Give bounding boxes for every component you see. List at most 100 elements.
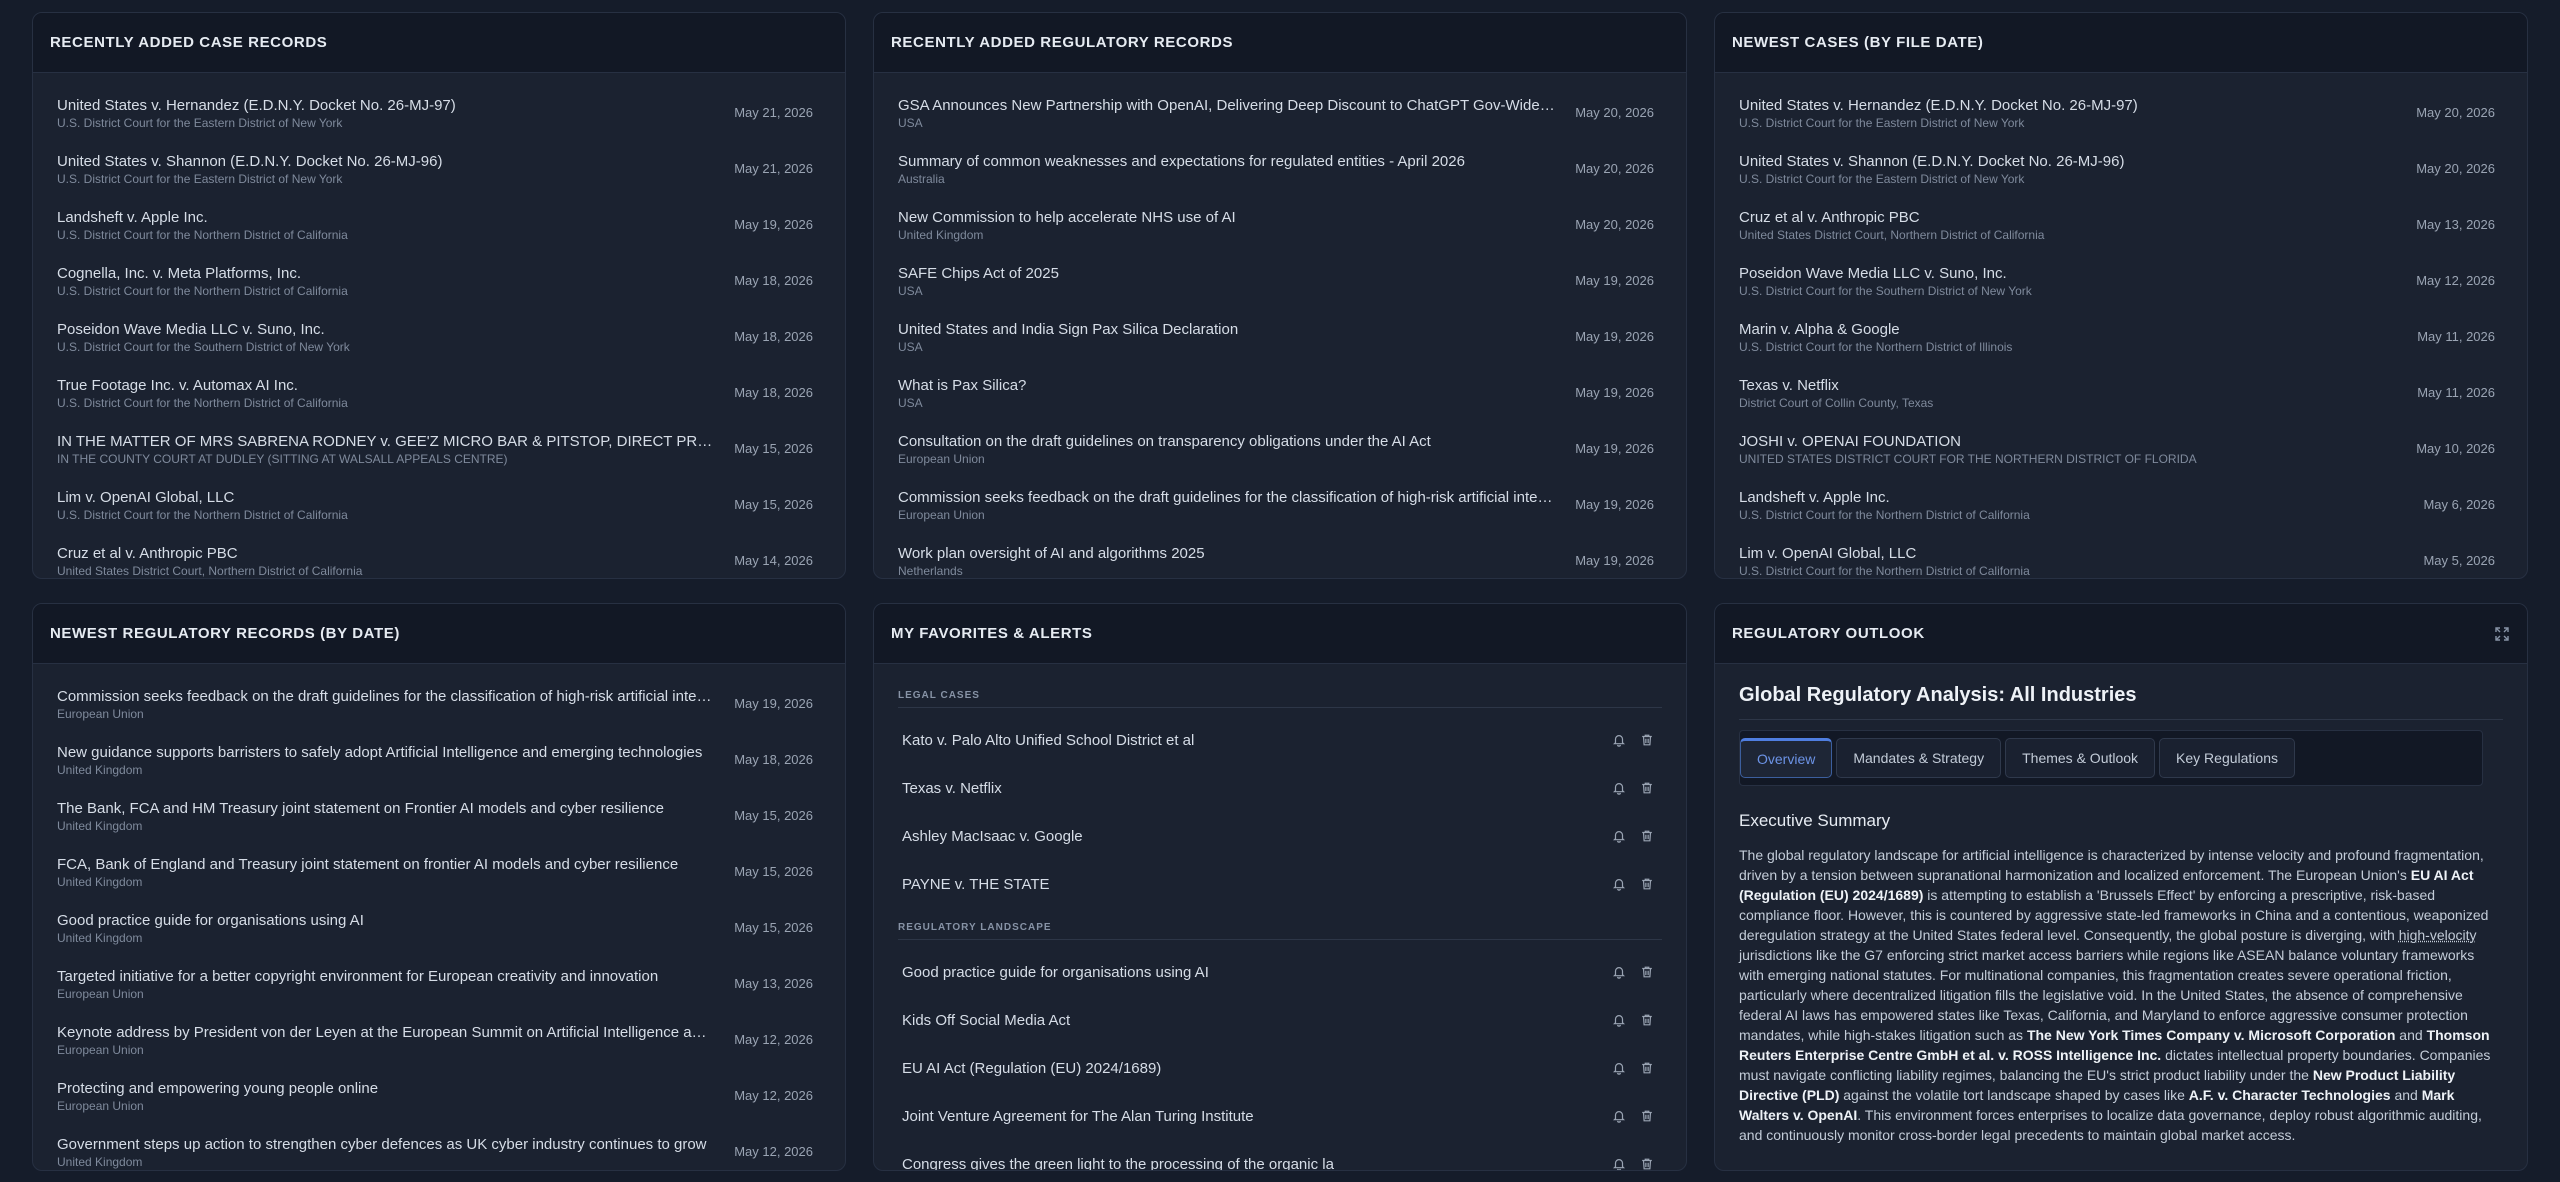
list-item[interactable]: IN THE MATTER OF MRS SABRENA RODNEY v. G… xyxy=(57,432,813,488)
favorite-item[interactable]: Ashley MacIsaac v. Google xyxy=(898,812,1662,860)
list-item[interactable]: What is Pax Silica? USA May 19, 2026 xyxy=(898,376,1654,432)
list-item[interactable]: New Commission to help accelerate NHS us… xyxy=(898,208,1654,264)
tab-mandates-strategy[interactable]: Mandates & Strategy xyxy=(1836,738,2002,778)
list-item[interactable]: Poseidon Wave Media LLC v. Suno, Inc. U.S… xyxy=(57,320,813,376)
item-date: May 20, 2026 xyxy=(1575,161,1654,176)
list-item[interactable]: Cruz et al v. Anthropic PBC United States… xyxy=(1739,208,2495,264)
favorites-body: LEGAL CASES Kato v. Palo Alto Unified Sc… xyxy=(874,664,1686,1171)
list-item[interactable]: Good practice guide for organisations us… xyxy=(57,911,813,967)
item-title: United States v. Shannon (E.D.N.Y. Docke… xyxy=(57,153,443,170)
trash-icon[interactable] xyxy=(1640,1157,1654,1171)
list-item[interactable]: Keynote address by President von der Ley… xyxy=(57,1023,813,1079)
list-item[interactable]: True Footage Inc. v. Automax AI Inc. U.S.… xyxy=(57,376,813,432)
item-jurisdiction: USA xyxy=(898,116,923,130)
item-text: Keynote address by President von der Ley… xyxy=(57,1023,734,1058)
trash-icon[interactable] xyxy=(1640,733,1654,747)
item-text: Work plan oversight of AI and algorithms… xyxy=(898,544,1575,578)
list-item[interactable]: Texas v. Netflix District Court of Collin… xyxy=(1739,376,2495,432)
favorite-item[interactable]: PAYNE v. THE STATE xyxy=(898,860,1662,908)
list-item[interactable]: United States and India Sign Pax Silica … xyxy=(898,320,1654,376)
bell-icon[interactable] xyxy=(1612,877,1626,891)
item-jurisdiction: Netherlands xyxy=(898,564,963,578)
list-item[interactable]: The Bank, FCA and HM Treasury joint stat… xyxy=(57,799,813,855)
item-date: May 20, 2026 xyxy=(1575,105,1654,120)
favorite-item[interactable]: Congress gives the green light to the pr… xyxy=(898,1140,1662,1171)
list-item[interactable]: Commission seeks feedback on the draft g… xyxy=(57,687,813,743)
trash-icon[interactable] xyxy=(1640,965,1654,979)
bell-icon[interactable] xyxy=(1612,965,1626,979)
list-item[interactable]: Poseidon Wave Media LLC v. Suno, Inc. U.S… xyxy=(1739,264,2495,320)
favorite-item[interactable]: Kids Off Social Media Act xyxy=(898,996,1662,1044)
trash-icon[interactable] xyxy=(1640,1061,1654,1075)
list-item[interactable]: Summary of common weaknesses and expecta… xyxy=(898,152,1654,208)
item-text: United States v. Shannon (E.D.N.Y. Docke… xyxy=(1739,152,2416,187)
list-item[interactable]: Government steps up action to strengthen… xyxy=(57,1135,813,1170)
trash-icon[interactable] xyxy=(1640,829,1654,843)
list-item[interactable]: Lim v. OpenAI Global, LLC U.S. District C… xyxy=(1739,544,2495,578)
tab-key-regulations[interactable]: Key Regulations xyxy=(2159,738,2295,778)
list-item[interactable]: Cognella, Inc. v. Meta Platforms, Inc. U.… xyxy=(57,264,813,320)
panel-title: MY FAVORITES & ALERTS xyxy=(874,604,1686,664)
executive-summary-text: The global regulatory landscape for arti… xyxy=(1739,847,2491,1143)
favorite-item[interactable]: Good practice guide for organisations us… xyxy=(898,948,1662,996)
list-item[interactable]: FCA, Bank of England and Treasury joint … xyxy=(57,855,813,911)
item-text: Marin v. Alpha & Google U.S. District Cou… xyxy=(1739,320,2417,355)
bell-icon[interactable] xyxy=(1612,781,1626,795)
list-item[interactable]: Consultation on the draft guidelines on … xyxy=(898,432,1654,488)
trash-icon[interactable] xyxy=(1640,1013,1654,1027)
tab-overview[interactable]: Overview xyxy=(1740,738,1833,778)
list-item[interactable]: Protecting and empowering young people o… xyxy=(57,1079,813,1135)
bell-icon[interactable] xyxy=(1612,1109,1626,1123)
favorite-item[interactable]: Texas v. Netflix xyxy=(898,764,1662,812)
item-title: Texas v. Netflix xyxy=(1739,377,1839,394)
list-item[interactable]: United States v. Shannon (E.D.N.Y. Docke… xyxy=(57,152,813,208)
bell-icon[interactable] xyxy=(1612,1061,1626,1075)
list-item[interactable]: New guidance supports barristers to safe… xyxy=(57,743,813,799)
list-item[interactable]: Commission seeks feedback on the draft g… xyxy=(898,488,1654,544)
list-item[interactable]: Landsheft v. Apple Inc. U.S. District Cou… xyxy=(1739,488,2495,544)
item-jurisdiction: U.S. District Court for the Northern Dis… xyxy=(1739,508,2030,522)
bell-icon[interactable] xyxy=(1612,829,1626,843)
outlook-body: Global Regulatory Analysis: All Industri… xyxy=(1715,664,2527,1145)
glossary-term[interactable]: high-velocity xyxy=(2399,927,2477,943)
tab-themes-outlook[interactable]: Themes & Outlook xyxy=(2005,738,2156,778)
bell-icon[interactable] xyxy=(1612,1157,1626,1171)
favorite-item[interactable]: Kato v. Palo Alto Unified School Distric… xyxy=(898,716,1662,764)
item-jurisdiction: United Kingdom xyxy=(57,1155,143,1169)
list-item[interactable]: Targeted initiative for a better copyrig… xyxy=(57,967,813,1023)
list-item[interactable]: GSA Announces New Partnership with OpenA… xyxy=(898,96,1654,152)
list-item[interactable]: Lim v. OpenAI Global, LLC U.S. District C… xyxy=(57,488,813,544)
list-item[interactable]: Landsheft v. Apple Inc. U.S. District Cou… xyxy=(57,208,813,264)
item-text: Targeted initiative for a better copyrig… xyxy=(57,967,734,1002)
favorites-panel: MY FAVORITES & ALERTS LEGAL CASES Kato v… xyxy=(873,603,1687,1171)
list-item[interactable]: JOSHI v. OPENAI FOUNDATION UNITED STATES … xyxy=(1739,432,2495,488)
list-item[interactable]: SAFE Chips Act of 2025 USA May 19, 2026 xyxy=(898,264,1654,320)
item-jurisdiction: District Court of Collin County, Texas xyxy=(1739,396,1934,410)
list-item[interactable]: United States v. Hernandez (E.D.N.Y. Doc… xyxy=(1739,96,2495,152)
favorite-actions xyxy=(1612,781,1654,795)
list-item[interactable]: Work plan oversight of AI and algorithms… xyxy=(898,544,1654,578)
favorite-actions xyxy=(1612,1061,1654,1075)
item-jurisdiction: U.S. District Court for the Eastern Dist… xyxy=(1739,172,2025,186)
trash-icon[interactable] xyxy=(1640,781,1654,795)
item-text: Texas v. Netflix District Court of Collin… xyxy=(1739,376,2417,411)
expand-icon[interactable] xyxy=(2494,626,2510,642)
item-title: Poseidon Wave Media LLC v. Suno, Inc. xyxy=(1739,265,2007,282)
list-item[interactable]: United States v. Shannon (E.D.N.Y. Docke… xyxy=(1739,152,2495,208)
bell-icon[interactable] xyxy=(1612,733,1626,747)
item-jurisdiction: United Kingdom xyxy=(57,875,143,889)
list-item[interactable]: Cruz et al v. Anthropic PBC United States… xyxy=(57,544,813,578)
list-item[interactable]: Marin v. Alpha & Google U.S. District Cou… xyxy=(1739,320,2495,376)
item-date: May 15, 2026 xyxy=(734,920,813,935)
favorite-item[interactable]: Joint Venture Agreement for The Alan Tur… xyxy=(898,1092,1662,1140)
item-date: May 13, 2026 xyxy=(734,976,813,991)
item-title: The Bank, FCA and HM Treasury joint stat… xyxy=(57,800,664,817)
list-item[interactable]: United States v. Hernandez (E.D.N.Y. Doc… xyxy=(57,96,813,152)
item-date: May 5, 2026 xyxy=(2423,553,2495,568)
case-records-panel: RECENTLY ADDED CASE RECORDS United State… xyxy=(32,12,846,579)
trash-icon[interactable] xyxy=(1640,877,1654,891)
panel-title: RECENTLY ADDED REGULATORY RECORDS xyxy=(874,13,1686,73)
favorite-item[interactable]: EU AI Act (Regulation (EU) 2024/1689) xyxy=(898,1044,1662,1092)
bell-icon[interactable] xyxy=(1612,1013,1626,1027)
trash-icon[interactable] xyxy=(1640,1109,1654,1123)
